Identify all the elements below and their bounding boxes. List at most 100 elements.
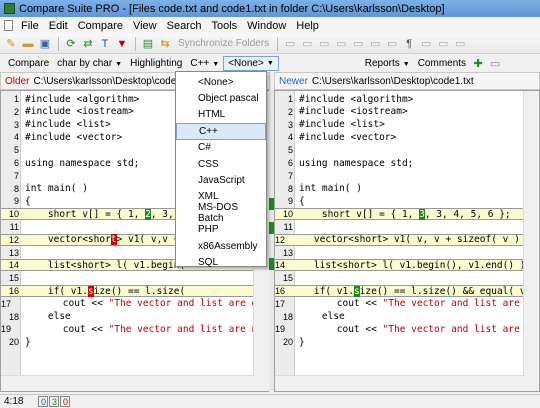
right-vertical-scrollbar[interactable]	[523, 91, 539, 391]
code-line[interactable]: 17 cout << "The vector and list are equa…	[1, 298, 269, 310]
line-text: cout << "The vector and list are not e	[13, 323, 270, 335]
new-compare-icon[interactable]: ✎	[3, 36, 19, 52]
menu-file[interactable]: File	[16, 20, 44, 32]
sync-icon[interactable]: ⇆	[157, 36, 173, 52]
next-diff-icon[interactable]: ▭	[350, 36, 366, 52]
code-line[interactable]: 3 #include <list>	[275, 119, 525, 131]
menu-compare[interactable]: Compare	[73, 20, 128, 32]
code-line[interactable]: 15	[275, 272, 525, 284]
code-line[interactable]: 11	[275, 221, 525, 233]
pilcrow-icon[interactable]: ¶	[401, 36, 417, 52]
line-number: 15	[282, 273, 293, 284]
add-comment-icon[interactable]: ✚	[470, 56, 486, 72]
code-line[interactable]: 1 #include <algorithm>	[275, 93, 525, 105]
collapse-icon[interactable]: ▭	[435, 36, 451, 52]
syntax-dropdown-menu: <None> Object pascal HTML C++ C# CSS JavaScrip…	[175, 71, 267, 270]
line-number: 1	[287, 94, 293, 104]
open-folder-icon[interactable]: ▬	[20, 36, 36, 52]
menu-window[interactable]: Window	[242, 20, 291, 32]
line-number: 13	[8, 247, 19, 258]
document-icon[interactable]	[4, 20, 13, 31]
code-line[interactable]: 19 cout << "The vector and list are not …	[1, 323, 269, 335]
expand-icon[interactable]: ▭	[418, 36, 434, 52]
code-line[interactable]: 12 vector<short> v1( v, v + sizeof( v ) …	[275, 233, 539, 246]
older-label: Older	[5, 75, 30, 87]
dropdown-option[interactable]: <None>	[176, 74, 266, 90]
line-text: #include <vector>	[25, 131, 123, 143]
right-horizontal-scrollbar[interactable]	[275, 375, 525, 391]
code-line[interactable]: 20}	[1, 336, 255, 348]
menu-tools[interactable]: Tools	[206, 20, 242, 32]
comments-button[interactable]: Comments	[414, 58, 470, 69]
code-line[interactable]: 5	[275, 144, 525, 156]
code-line[interactable]: 16 if( v1.size() == l.size(	[1, 285, 255, 297]
highlight-icon[interactable]: ▤	[140, 36, 156, 52]
line-number: 20	[8, 337, 19, 348]
first-diff-icon[interactable]: ▭	[367, 36, 383, 52]
code-line[interactable]: 20}	[275, 336, 525, 348]
last-diff-icon[interactable]: ▭	[384, 36, 400, 52]
line-number: 7	[13, 170, 19, 181]
dropdown-option[interactable]: CSS	[176, 156, 266, 172]
line-text: #include <list>	[25, 119, 111, 131]
code-line[interactable]: 2 #include <iostream>	[275, 106, 525, 118]
menu-view[interactable]: View	[128, 20, 162, 32]
merge-icon[interactable]: ▭	[316, 36, 332, 52]
code-line[interactable]: 10 short v[] = { 1, 3, 3, 4, 5, 6 };	[275, 208, 525, 221]
language-dropdown[interactable]: C++ ▼	[186, 58, 223, 69]
dropdown-option[interactable]: JavaScript	[176, 172, 266, 188]
left-copy-icon[interactable]: ▭	[282, 36, 298, 52]
code-line[interactable]: 9{	[275, 195, 525, 207]
refresh-icon[interactable]: ⟳	[63, 36, 79, 52]
chevron-down-icon: ▼	[115, 61, 123, 68]
reports-dropdown[interactable]: Reports ▼	[361, 58, 414, 69]
synchronize-folders-button[interactable]: Synchronize Folders	[174, 38, 273, 49]
right-code-pane[interactable]: 1 #include <algorithm> 2 #include <iostream…	[274, 90, 540, 392]
syntax-dropdown[interactable]: <None> ▼	[223, 56, 279, 71]
menu-help[interactable]: Help	[291, 20, 324, 32]
text-compare-icon[interactable]: T	[97, 36, 113, 52]
toolbar-separator	[135, 36, 136, 51]
string-literal: "The vector and list are not e	[108, 323, 270, 335]
code-line[interactable]: 4 #include <vector>	[275, 131, 525, 143]
dropdown-option[interactable]: x86Assembly	[176, 238, 266, 254]
toolbar-separator	[58, 36, 59, 51]
code-line[interactable]: 15	[1, 272, 255, 284]
compare-mode-dropdown[interactable]: char by char ▼	[53, 58, 126, 69]
line-number: 4	[287, 132, 293, 143]
comment-icon[interactable]: ▭	[487, 56, 503, 72]
code-line[interactable]: 8 int main( )	[275, 183, 525, 195]
code-line[interactable]: 16 if( v1.size() == l.size() && equal( v…	[275, 285, 539, 297]
swap-icon[interactable]: ⇄	[80, 36, 96, 52]
stop-icon[interactable]: ▼	[114, 36, 130, 52]
line-number: 5	[13, 145, 19, 156]
code-line[interactable]: 7	[275, 170, 525, 182]
left-horizontal-scrollbar[interactable]	[1, 375, 255, 391]
menu-search[interactable]: Search	[162, 20, 207, 32]
right-copy-icon[interactable]: ▭	[299, 36, 315, 52]
line-text: #include <iostream>	[25, 106, 134, 118]
dropdown-option[interactable]: C++	[176, 123, 266, 140]
line-text: int main( )	[299, 183, 362, 195]
code-line[interactable]: 14 list<short> l( v1.begin(), v1.end() )…	[275, 259, 531, 272]
line-text: cout << "The vector and list are equal	[287, 298, 539, 309]
menu-bar: File Edit Compare View Search Tools Wind…	[0, 17, 540, 34]
dropdown-option[interactable]: C#	[176, 140, 266, 156]
menu-edit[interactable]: Edit	[44, 20, 73, 32]
dropdown-option[interactable]: HTML	[176, 107, 266, 123]
dropdown-option[interactable]: MS-DOS Batch	[176, 202, 266, 224]
dropdown-option[interactable]: Object pascal	[176, 90, 266, 106]
save-icon[interactable]: ▣	[37, 36, 53, 52]
code-line[interactable]: 19 cout << "The vector and list are not …	[275, 323, 539, 335]
code-line[interactable]: 6 using namespace std;	[275, 157, 525, 169]
line-text: else	[299, 311, 345, 323]
code-line[interactable]: 18 else	[275, 311, 525, 323]
code-line[interactable]: 18 else	[1, 311, 255, 323]
prev-diff-icon[interactable]: ▭	[333, 36, 349, 52]
dropdown-option[interactable]: SQL	[176, 254, 266, 270]
status-count-blue: 0	[38, 396, 49, 407]
code-line[interactable]: 13	[275, 247, 525, 259]
options-icon[interactable]: ▭	[452, 36, 468, 52]
code-line[interactable]: 17 cout << "The vector and list are equa…	[275, 298, 539, 310]
line-number: 18	[282, 311, 293, 322]
